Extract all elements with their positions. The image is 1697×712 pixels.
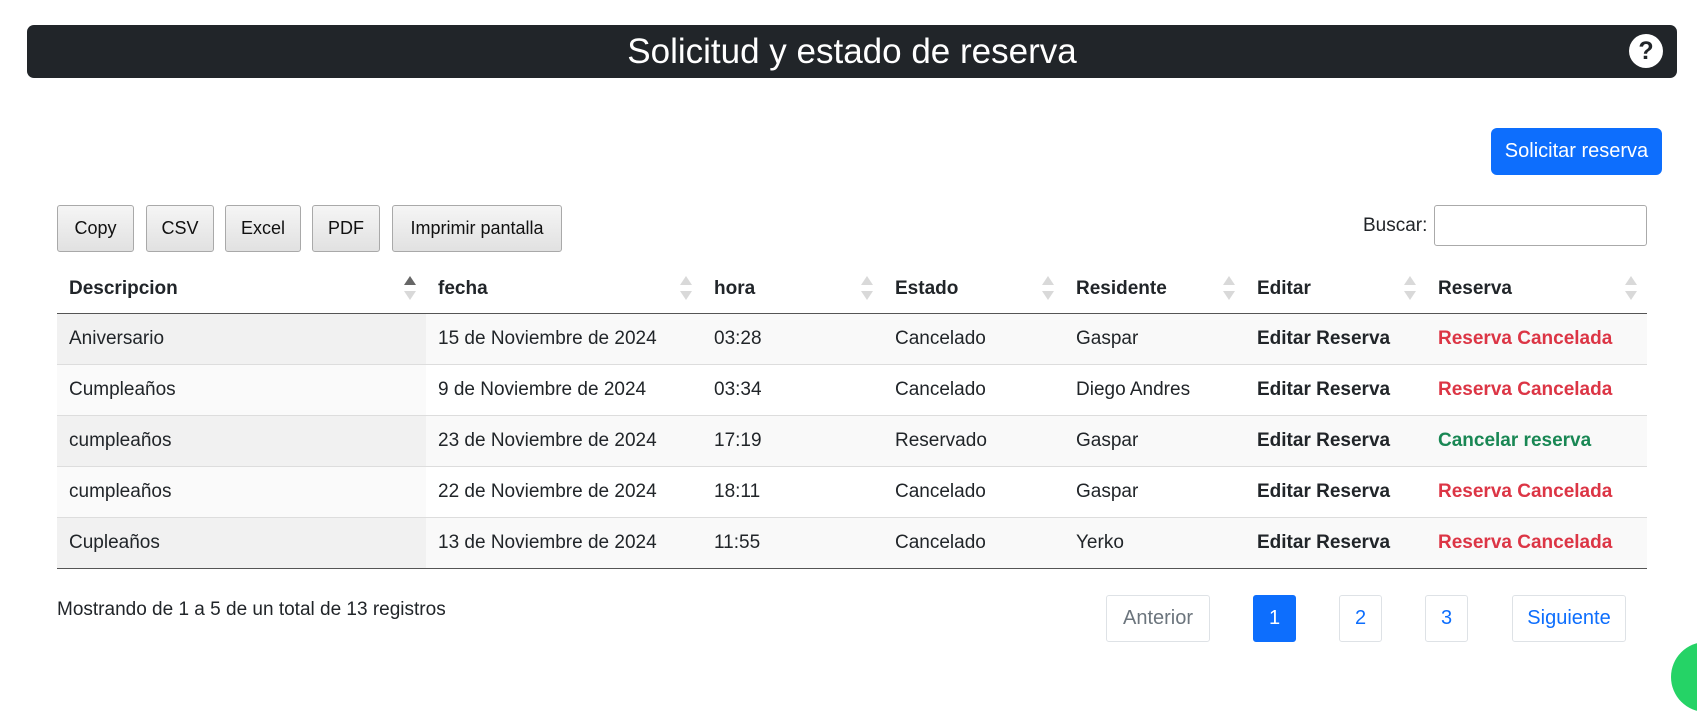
cell-estado: Cancelado <box>883 364 1064 416</box>
column-header-reserva[interactable]: Reserva <box>1426 264 1647 314</box>
reservations-table: Descripcion fecha hora Estado Residente … <box>57 264 1647 569</box>
edit-reservation-link[interactable]: Editar Reserva <box>1257 430 1390 451</box>
table-row: Cumpleaños 9 de Noviembre de 2024 03:34 … <box>57 364 1647 416</box>
cell-fecha: 22 de Noviembre de 2024 <box>426 466 702 518</box>
chat-fab-button[interactable] <box>1671 642 1697 712</box>
pagination-page-2[interactable]: 2 <box>1339 595 1382 642</box>
cell-editar: Editar Reserva <box>1245 466 1426 518</box>
cell-fecha: 13 de Noviembre de 2024 <box>426 517 702 569</box>
column-header-fecha[interactable]: fecha <box>426 264 702 314</box>
sort-icon <box>680 276 692 300</box>
cell-descripcion: Cumpleaños <box>57 364 426 416</box>
cancel-reservation-link[interactable]: Cancelar reserva <box>1438 430 1591 451</box>
excel-button[interactable]: Excel <box>225 205 301 252</box>
column-header-residente[interactable]: Residente <box>1064 264 1245 314</box>
pagination-next[interactable]: Siguiente <box>1512 595 1626 642</box>
cell-descripcion: cumpleaños <box>57 466 426 518</box>
cell-descripcion: Aniversario <box>57 313 426 365</box>
print-button[interactable]: Imprimir pantalla <box>392 205 562 252</box>
cell-estado: Cancelado <box>883 313 1064 365</box>
edit-reservation-link[interactable]: Editar Reserva <box>1257 328 1390 349</box>
cell-editar: Editar Reserva <box>1245 517 1426 569</box>
cell-estado: Reservado <box>883 415 1064 467</box>
cell-fecha: 9 de Noviembre de 2024 <box>426 364 702 416</box>
csv-button[interactable]: CSV <box>146 205 214 252</box>
table-row: Cupleaños 13 de Noviembre de 2024 11:55 … <box>57 517 1647 569</box>
cell-reserva: Reserva Cancelada <box>1426 313 1647 365</box>
search-input[interactable] <box>1434 205 1647 246</box>
cell-descripcion: cumpleaños <box>57 415 426 467</box>
table-row: Aniversario 15 de Noviembre de 2024 03:2… <box>57 313 1647 365</box>
column-header-descripcion[interactable]: Descripcion <box>57 264 426 314</box>
column-header-estado[interactable]: Estado <box>883 264 1064 314</box>
cell-residente: Diego Andres <box>1064 364 1245 416</box>
cell-reserva: Reserva Cancelada <box>1426 466 1647 518</box>
cell-residente: Gaspar <box>1064 415 1245 467</box>
edit-reservation-link[interactable]: Editar Reserva <box>1257 481 1390 502</box>
cell-reserva: Reserva Cancelada <box>1426 517 1647 569</box>
edit-reservation-link[interactable]: Editar Reserva <box>1257 532 1390 553</box>
table-row: cumpleaños 23 de Noviembre de 2024 17:19… <box>57 415 1647 467</box>
reservation-status-link[interactable]: Reserva Cancelada <box>1438 481 1612 502</box>
sort-icon <box>861 276 873 300</box>
sort-icon <box>1625 276 1637 300</box>
table-header-row: Descripcion fecha hora Estado Residente … <box>57 264 1647 314</box>
cell-residente: Gaspar <box>1064 313 1245 365</box>
cell-hora: 17:19 <box>702 415 883 467</box>
column-header-hora[interactable]: hora <box>702 264 883 314</box>
page-header: Solicitud y estado de reserva ? <box>27 25 1677 78</box>
cell-hora: 03:34 <box>702 364 883 416</box>
cell-residente: Gaspar <box>1064 466 1245 518</box>
request-reservation-button[interactable]: Solicitar reserva <box>1491 128 1662 175</box>
sort-icon <box>1042 276 1054 300</box>
pagination-page-3[interactable]: 3 <box>1425 595 1468 642</box>
page-title: Solicitud y estado de reserva <box>627 31 1077 71</box>
edit-reservation-link[interactable]: Editar Reserva <box>1257 379 1390 400</box>
cell-hora: 11:55 <box>702 517 883 569</box>
cell-descripcion: Cupleaños <box>57 517 426 569</box>
sort-icon <box>1404 276 1416 300</box>
cell-editar: Editar Reserva <box>1245 364 1426 416</box>
pagination-previous[interactable]: Anterior <box>1106 595 1210 642</box>
table-info: Mostrando de 1 a 5 de un total de 13 reg… <box>57 599 446 620</box>
cell-reserva: Cancelar reserva <box>1426 415 1647 467</box>
cell-reserva: Reserva Cancelada <box>1426 364 1647 416</box>
sort-icon <box>1223 276 1235 300</box>
cell-fecha: 23 de Noviembre de 2024 <box>426 415 702 467</box>
sort-asc-icon <box>404 276 416 300</box>
table-row: cumpleaños 22 de Noviembre de 2024 18:11… <box>57 466 1647 518</box>
copy-button[interactable]: Copy <box>57 205 134 252</box>
cell-editar: Editar Reserva <box>1245 415 1426 467</box>
cell-fecha: 15 de Noviembre de 2024 <box>426 313 702 365</box>
cell-hora: 18:11 <box>702 466 883 518</box>
search-label: Buscar: <box>1363 215 1428 236</box>
cell-hora: 03:28 <box>702 313 883 365</box>
reservation-status-link[interactable]: Reserva Cancelada <box>1438 379 1612 400</box>
column-header-editar[interactable]: Editar <box>1245 264 1426 314</box>
pdf-button[interactable]: PDF <box>312 205 380 252</box>
help-icon[interactable]: ? <box>1629 34 1663 68</box>
cell-residente: Yerko <box>1064 517 1245 569</box>
cell-estado: Cancelado <box>883 517 1064 569</box>
reservation-status-link[interactable]: Reserva Cancelada <box>1438 532 1612 553</box>
reservation-status-link[interactable]: Reserva Cancelada <box>1438 328 1612 349</box>
cell-estado: Cancelado <box>883 466 1064 518</box>
pagination-page-1[interactable]: 1 <box>1253 595 1296 642</box>
cell-editar: Editar Reserva <box>1245 313 1426 365</box>
